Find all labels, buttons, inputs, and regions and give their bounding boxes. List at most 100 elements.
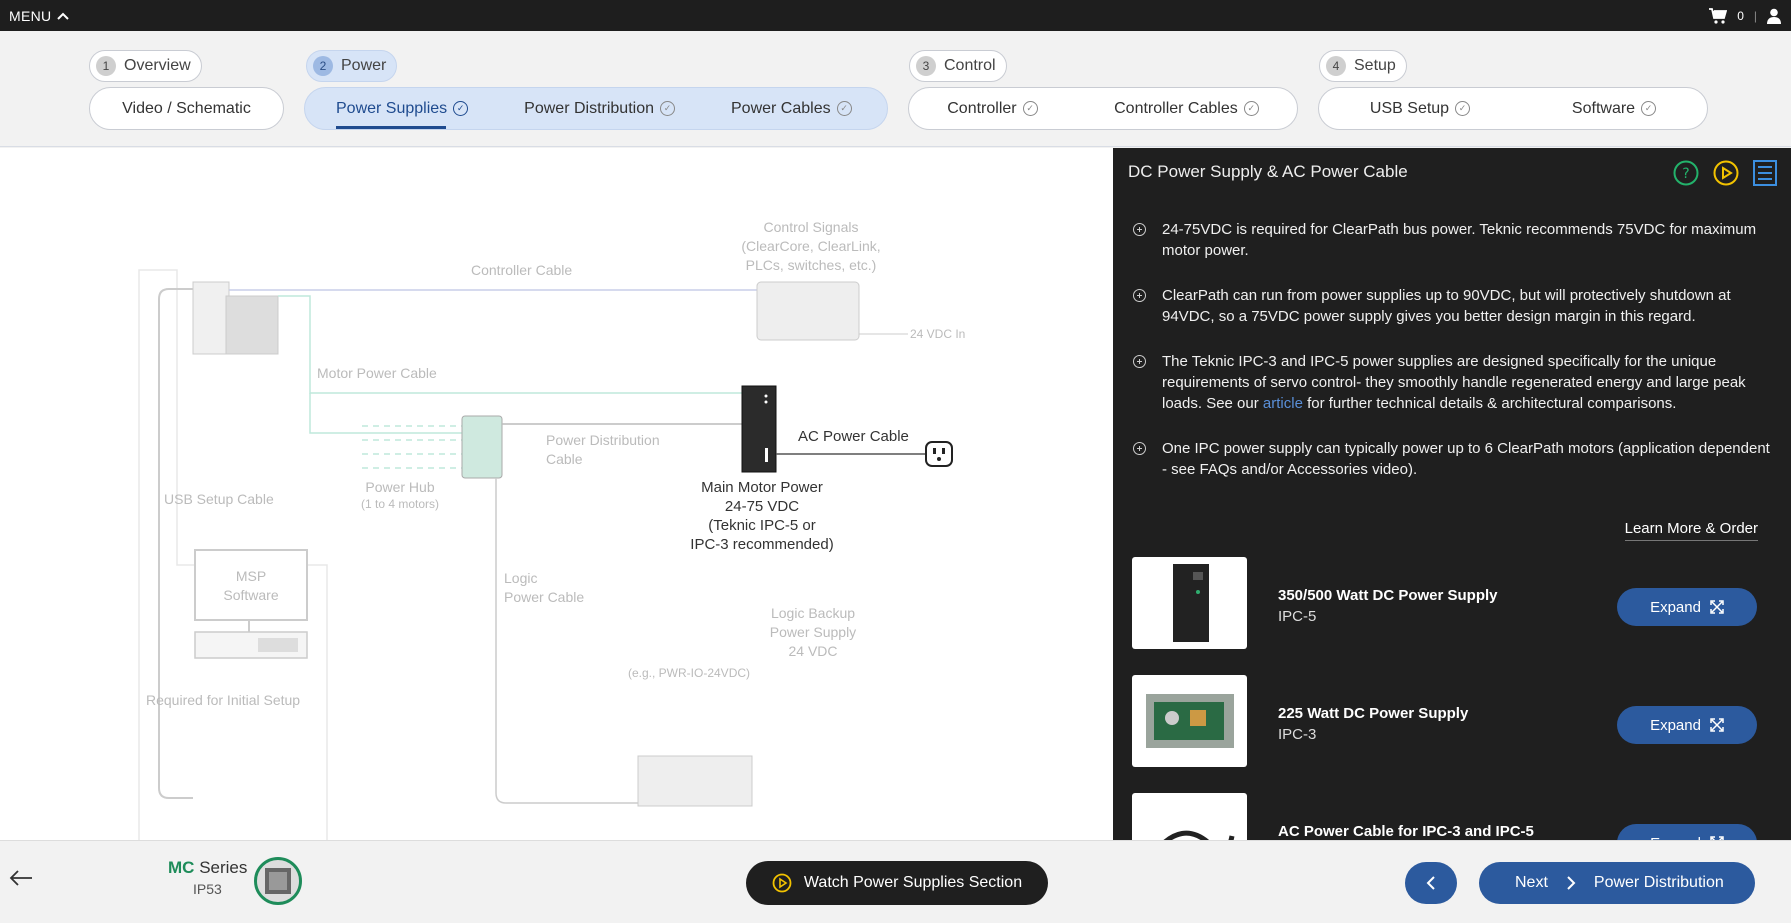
tab-usb-setup[interactable]: USB Setup ✓ [1369, 88, 1471, 129]
step-number: 2 [313, 56, 333, 76]
motor-body [225, 295, 279, 355]
step-number: 1 [96, 56, 116, 76]
expand-button[interactable]: Expand [1617, 824, 1757, 840]
tab-label: Video / Schematic [122, 99, 251, 117]
play-video-icon[interactable] [1713, 160, 1739, 186]
series-code: IP53 [193, 881, 222, 897]
info-bullet: ClearPath can run from power supplies up… [1133, 285, 1773, 327]
menu-label: MENU [9, 7, 52, 24]
motor-avatar [254, 857, 302, 905]
label-usb-setup-cable: USB Setup Cable [164, 491, 274, 507]
power-hub-device [461, 415, 503, 479]
check-icon: ✓ [1022, 101, 1038, 116]
tab-controller-cables[interactable]: Controller Cables ✓ [1114, 88, 1259, 129]
step-number: 4 [1326, 56, 1346, 76]
expand-button[interactable]: Expand [1617, 706, 1757, 744]
motor-drive [192, 281, 230, 355]
step-overview[interactable]: 1 Overview [89, 50, 202, 82]
step-power[interactable]: 2 Power [306, 50, 398, 82]
bottom-bar: MC Series IP53 Watch Power Supplies Sect… [0, 840, 1791, 923]
next-label: Next [1515, 874, 1548, 891]
info-bullet: 24-75VDC is required for ClearPath bus p… [1133, 219, 1773, 261]
user-icon[interactable] [1767, 8, 1781, 24]
product-code: IPC-5 [1278, 608, 1317, 625]
article-link[interactable]: article [1263, 395, 1303, 412]
info-bullet: The Teknic IPC-3 and IPC-5 power supplie… [1133, 351, 1773, 414]
product-card: AC Power Cable for IPC-3 and IPC-5 Expan… [1132, 793, 1772, 840]
label-24vdc-in: 24 VDC In [910, 327, 966, 341]
help-icon[interactable]: ? [1673, 160, 1699, 186]
tab-label: Controller Cables [1114, 99, 1238, 117]
ac-outlet [925, 441, 953, 467]
bullet-icon [1133, 355, 1146, 368]
usb-setup-cable-line [158, 288, 193, 799]
label-required-initial-setup: Required for Initial Setup [146, 692, 301, 708]
cart-icon[interactable] [1709, 7, 1728, 24]
tab-power-supplies[interactable]: Power Supplies ✓ [336, 88, 469, 129]
checklist-icon[interactable] [1753, 160, 1777, 186]
label-power-hub: Power Hub (1 to 4 motors) [360, 479, 440, 511]
next-button[interactable]: Next Power Distribution [1479, 862, 1755, 904]
label-main-motor-power: Main Motor Power 24-75 VDC (Teknic IPC-5… [690, 479, 834, 553]
main-power-supply-device [741, 385, 777, 473]
chevron-right-icon [1567, 876, 1576, 890]
product-card: 225 Watt DC Power Supply IPC-3 Expand [1132, 675, 1772, 770]
product-name: AC Power Cable for IPC-3 and IPC-5 [1278, 823, 1534, 840]
step-control[interactable]: 3 Control [909, 50, 1007, 82]
chevron-left-icon [1426, 876, 1435, 890]
step-label: Setup [1354, 57, 1396, 74]
label-logic-power-cable: Logic Power Cable [504, 570, 585, 605]
info-bullet: One IPC power supply can typically power… [1133, 438, 1773, 480]
expand-button[interactable]: Expand [1617, 588, 1757, 626]
step-setup[interactable]: 4 Setup [1319, 50, 1407, 82]
label-msp-software: MSP Software [223, 568, 279, 603]
expand-icon [1710, 600, 1724, 614]
product-code: IPC-3 [1278, 726, 1317, 743]
watch-section-button[interactable]: Watch Power Supplies Section [746, 861, 1048, 905]
tab-label: Power Supplies [336, 99, 448, 117]
check-icon: ✓ [1243, 101, 1259, 116]
product-image-ac-cable [1132, 793, 1247, 840]
svg-text:?: ? [1682, 166, 1689, 182]
tab-label: USB Setup [1369, 99, 1450, 117]
info-panel: DC Power Supply & AC Power Cable ? 24-75… [1113, 148, 1791, 840]
tab-controller[interactable]: Controller ✓ [947, 88, 1038, 129]
check-icon: ✓ [836, 101, 852, 116]
product-series: MC Series IP53 [168, 858, 247, 897]
bullet-icon [1133, 442, 1146, 455]
overview-tab-group: Video / Schematic [89, 87, 284, 130]
tab-power-cables[interactable]: Power Cables ✓ [731, 88, 852, 129]
tab-label: Power Cables [731, 99, 831, 117]
tab-video-schematic[interactable]: Video / Schematic [122, 88, 251, 129]
logic-backup-supply-device [637, 755, 753, 807]
learn-more-order-link[interactable]: Learn More & Order [1624, 520, 1758, 541]
step-label: Power [341, 57, 387, 74]
step-navigation: 1 Overview 2 Power 3 Control 4 Setup Vid… [0, 31, 1791, 147]
info-bullets: 24-75VDC is required for ClearPath bus p… [1133, 219, 1773, 504]
label-control-signals: Control Signals (ClearCore, ClearLink, P… [741, 219, 881, 273]
system-schematic: Control Signals (ClearCore, ClearLink, P… [0, 148, 1113, 840]
product-name: 350/500 Watt DC Power Supply [1278, 587, 1498, 604]
check-icon: ✓ [1455, 101, 1471, 116]
previous-button[interactable] [1405, 862, 1457, 904]
power-tab-group: Power Supplies ✓ Power Distribution ✓ Powe… [304, 87, 888, 130]
check-icon: ✓ [660, 101, 675, 116]
divider: | [1753, 8, 1757, 23]
tab-label: Power Distribution [524, 99, 654, 117]
label-ac-power-cable: AC Power Cable [798, 428, 909, 445]
tab-power-distribution[interactable]: Power Distribution ✓ [524, 88, 675, 129]
logic-power-cable-line [495, 478, 638, 804]
watch-label: Watch Power Supplies Section [803, 874, 1023, 891]
tab-software[interactable]: Software ✓ [1572, 88, 1657, 129]
top-bar: MENU 0 | [0, 0, 1791, 31]
check-icon: ✓ [453, 101, 469, 116]
label-motor-power-cable: Motor Power Cable [317, 365, 437, 381]
expand-icon [1710, 718, 1724, 732]
bullet-icon [1133, 223, 1146, 236]
check-icon: ✓ [1641, 101, 1657, 116]
label-controller-cable: Controller Cable [471, 262, 573, 278]
label-logic-backup: Logic Backup Power Supply 24 VDC [769, 605, 857, 659]
back-arrow-icon[interactable] [9, 869, 33, 887]
cart-count: 0 [1737, 8, 1744, 23]
menu-button[interactable]: MENU [0, 7, 70, 24]
